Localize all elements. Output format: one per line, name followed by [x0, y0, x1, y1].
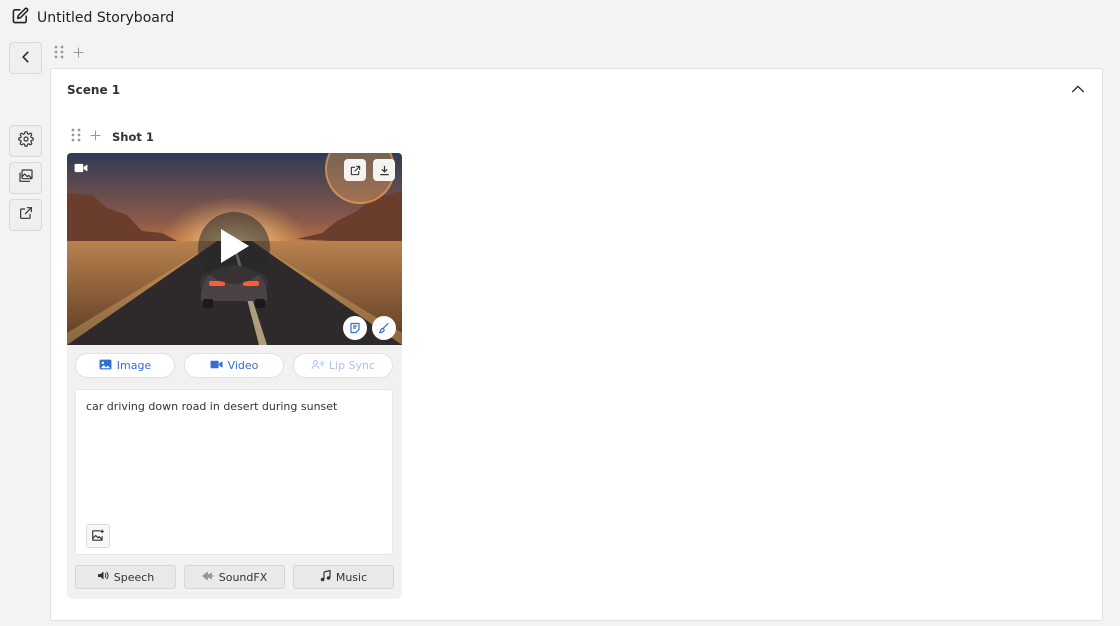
page-title: Untitled Storyboard [37, 9, 175, 26]
chevron-left-icon [19, 49, 33, 68]
tab-image[interactable]: Image [75, 353, 175, 378]
gallery-icon [18, 168, 34, 188]
settings-button[interactable] [9, 125, 42, 157]
lip-sync-icon [311, 359, 324, 373]
download-icon [379, 161, 390, 180]
waveform-icon [202, 571, 214, 584]
audio-label: Music [335, 570, 368, 584]
speaker-icon [97, 570, 109, 584]
video-thumbnail[interactable] [67, 153, 402, 345]
play-button[interactable] [198, 212, 270, 284]
scene-toolbar [54, 44, 85, 63]
audio-label: Speech [113, 570, 155, 584]
notes-button[interactable] [343, 316, 367, 340]
add-scene-icon[interactable] [72, 44, 85, 63]
download-button[interactable] [373, 159, 395, 181]
tab-label: Video [227, 359, 259, 372]
tab-label: Image [116, 359, 152, 372]
chevron-up-icon[interactable] [1070, 81, 1086, 101]
video-camera-icon [210, 359, 223, 373]
shot-title: Shot 1 [112, 129, 154, 144]
shot-card: Image Video Lip Sync car driving down ro… [67, 153, 402, 599]
top-bar: Untitled Storyboard [0, 0, 1120, 35]
audio-label: SoundFX [218, 570, 268, 584]
speech-button[interactable]: Speech [75, 565, 176, 589]
share-icon [18, 205, 34, 225]
image-add-icon [91, 527, 105, 546]
gear-icon [17, 131, 34, 151]
prompt-textarea[interactable]: car driving down road in desert during s… [75, 389, 393, 555]
brush-icon [378, 319, 390, 338]
scene-title: Scene 1 [67, 83, 121, 97]
tab-lip-sync[interactable]: Lip Sync [293, 353, 393, 378]
share-button[interactable] [9, 199, 42, 231]
shot-header: Shot 1 [71, 127, 154, 146]
image-icon [99, 359, 112, 373]
edit-icon[interactable] [12, 7, 29, 28]
tab-label: Lip Sync [328, 359, 376, 372]
notes-icon [349, 319, 361, 338]
edit-brush-button[interactable] [372, 316, 396, 340]
open-external-button[interactable] [344, 159, 366, 181]
play-icon [217, 227, 251, 269]
soundfx-button[interactable]: SoundFX [184, 565, 285, 589]
add-shot-icon[interactable] [89, 127, 102, 146]
gallery-button[interactable] [9, 162, 42, 194]
drag-handle-icon[interactable] [54, 44, 64, 63]
external-link-icon [350, 161, 361, 180]
music-note-icon [320, 569, 331, 585]
tab-video[interactable]: Video [184, 353, 284, 378]
prompt-text: car driving down road in desert during s… [86, 400, 338, 413]
back-button[interactable] [9, 42, 42, 74]
drag-handle-icon[interactable] [71, 127, 81, 146]
generation-tabs: Image Video Lip Sync [75, 353, 393, 378]
add-image-button[interactable] [86, 524, 110, 548]
audio-buttons: Speech SoundFX Music [75, 565, 394, 589]
music-button[interactable]: Music [293, 565, 394, 589]
scene-panel: Scene 1 Shot 1 Image Video Lip Sync car … [50, 68, 1103, 621]
video-camera-icon [74, 159, 88, 178]
